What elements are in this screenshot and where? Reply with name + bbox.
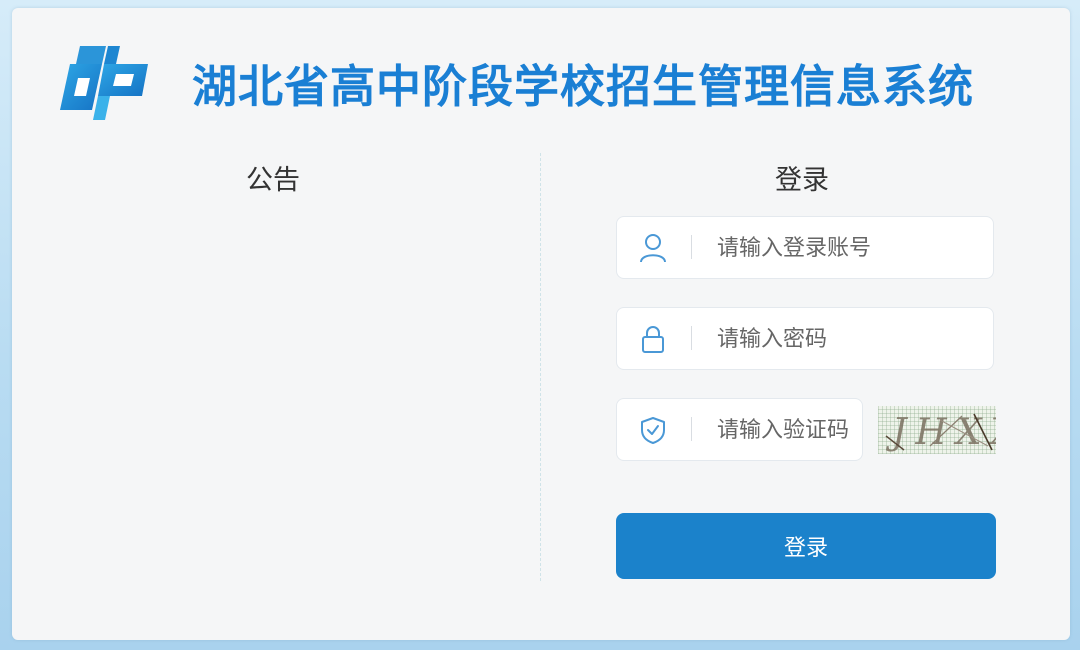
site-title: 湖北省高中阶段学校招生管理信息系统 xyxy=(192,60,975,113)
login-button[interactable]: 登录 xyxy=(616,513,996,579)
login-heading: 登录 xyxy=(775,165,829,196)
user-icon xyxy=(640,234,666,263)
login-panel: 湖北省高中阶段学校招生管理信息系统 公告 登录 JHXX xyxy=(12,8,1070,640)
captcha-text: JHXX xyxy=(885,412,996,453)
account-input[interactable] xyxy=(717,227,977,269)
field-separator xyxy=(691,235,692,259)
captcha-image[interactable]: JHXX xyxy=(878,406,996,454)
cp-logo-icon xyxy=(60,46,148,120)
captcha-graphic: JHXX xyxy=(885,412,996,453)
shield-check-icon xyxy=(641,417,665,444)
captcha-field[interactable] xyxy=(616,398,863,461)
field-separator xyxy=(691,326,692,350)
section-divider xyxy=(540,153,541,581)
password-field[interactable] xyxy=(616,307,994,370)
lock-icon xyxy=(642,326,664,353)
captcha-input[interactable] xyxy=(717,409,857,451)
field-separator xyxy=(691,417,692,441)
notice-heading: 公告 xyxy=(246,165,300,196)
account-field[interactable] xyxy=(616,216,994,279)
password-input[interactable] xyxy=(717,318,977,360)
